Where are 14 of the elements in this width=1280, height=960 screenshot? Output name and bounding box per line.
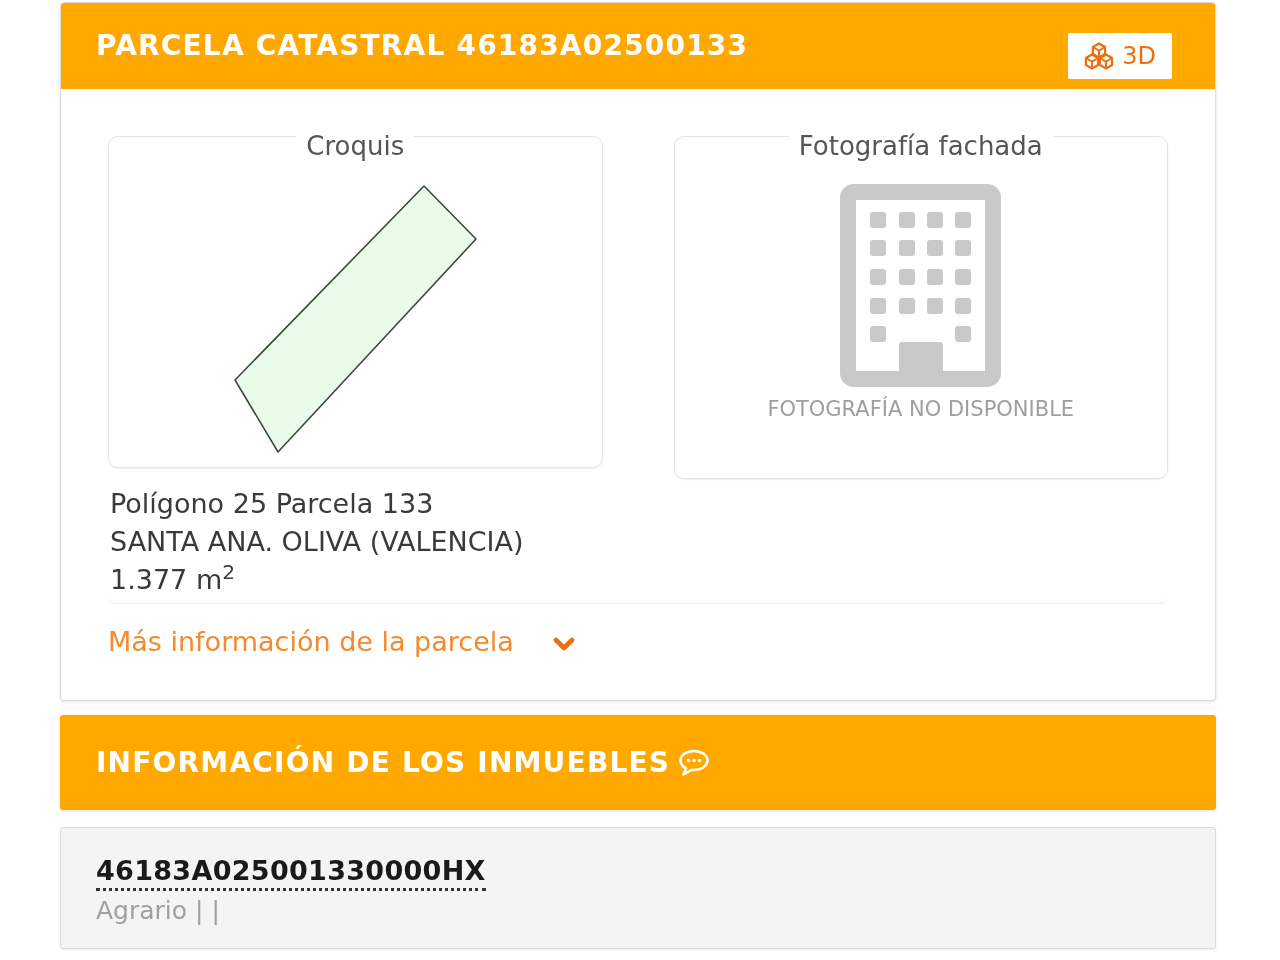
facade-legend: Fotografía fachada — [788, 131, 1053, 161]
property-use: Agrario | | — [96, 895, 220, 927]
view-3d-button[interactable]: 3D — [1068, 33, 1172, 79]
photo-unavailable-text: FOTOGRAFÍA NO DISPONIBLE — [767, 396, 1075, 422]
parcel-detail: SANTA ANA. OLIVA (VALENCIA) — [109, 525, 524, 559]
speech-bubble-icon — [678, 748, 711, 777]
panel-title: PARCELA CATASTRAL 46183A02500133 — [96, 29, 749, 63]
building-icon — [840, 184, 1002, 387]
cubes-icon — [1084, 42, 1115, 70]
cadastral-reference-link[interactable]: 46183A025001330000HX — [96, 854, 486, 891]
parcel-detail: 1.377 m$^{2}$ — [109, 561, 236, 597]
parcel-detail: Polígono 25 Parcela 133 — [109, 487, 434, 521]
panel-title: INFORMACIÓN DE LOS INMUEBLES — [96, 745, 671, 780]
more-info-link[interactable]: Más información de la parcela — [108, 624, 580, 660]
